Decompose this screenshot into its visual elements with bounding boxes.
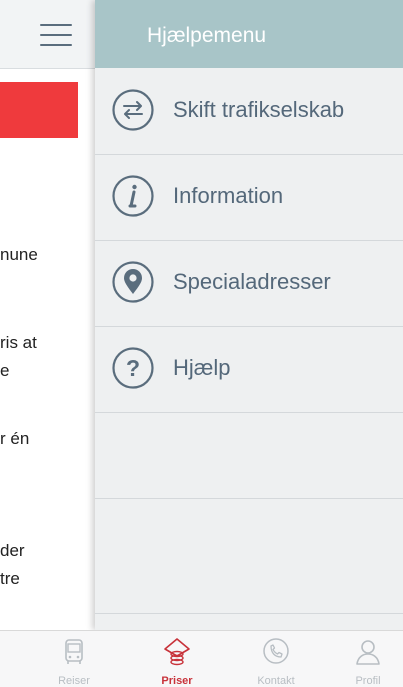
background-text: r én [0,429,30,448]
location-pin-icon [112,261,154,303]
swap-arrows-icon [112,89,154,131]
info-icon [112,175,154,217]
tab-priser[interactable]: Priser [127,631,227,687]
question-icon: ? [112,347,154,389]
menu-item-label: Hjælp [173,355,231,380]
background-text: ris at [0,333,37,352]
menu-item-label: Specialadresser [173,269,331,294]
phone-icon [263,638,289,664]
menu-item-information[interactable]: Information [95,154,403,241]
price-tag-icon [164,638,190,666]
background-header [0,0,95,69]
background-text: der [0,541,25,560]
menu-item-label: Skift trafikselskab [173,97,345,122]
menu-item-skift-trafikselskab[interactable]: Skift trafikselskab [95,68,403,155]
tab-bar: Reiser Priser Kontakt Profil [0,630,403,687]
help-menu-drawer: Hjælpemenu Skift trafikselskab Informati… [95,0,403,630]
svg-text:?: ? [126,355,140,381]
background-app: nune ris at e r én der tre [0,0,95,630]
tab-profil[interactable]: Profil [318,631,403,687]
menu-item-label: Information [173,183,284,208]
menu-empty-row [95,412,403,499]
alert-banner[interactable] [0,82,78,138]
person-icon [356,640,380,665]
menu-item-specialadresser[interactable]: Specialadresser [95,240,403,327]
background-text: nune [0,245,38,264]
tab-label: Priser [161,675,193,687]
background-text: tre [0,569,20,588]
tab-reiser[interactable]: Reiser [24,631,124,687]
bus-icon [65,639,83,664]
tab-kontakt[interactable]: Kontakt [226,631,326,687]
tab-label: Reiser [58,675,90,687]
background-text: e [0,361,10,380]
hamburger-menu-icon[interactable] [40,24,72,46]
menu-empty-row [95,499,403,614]
tab-label: Profil [355,675,381,687]
menu-header: Hjælpemenu [95,0,403,68]
tab-label: Kontakt [257,675,295,687]
menu-title: Hjælpemenu [147,24,267,47]
menu-item-hjaelp[interactable]: ? Hjælp [95,326,403,413]
